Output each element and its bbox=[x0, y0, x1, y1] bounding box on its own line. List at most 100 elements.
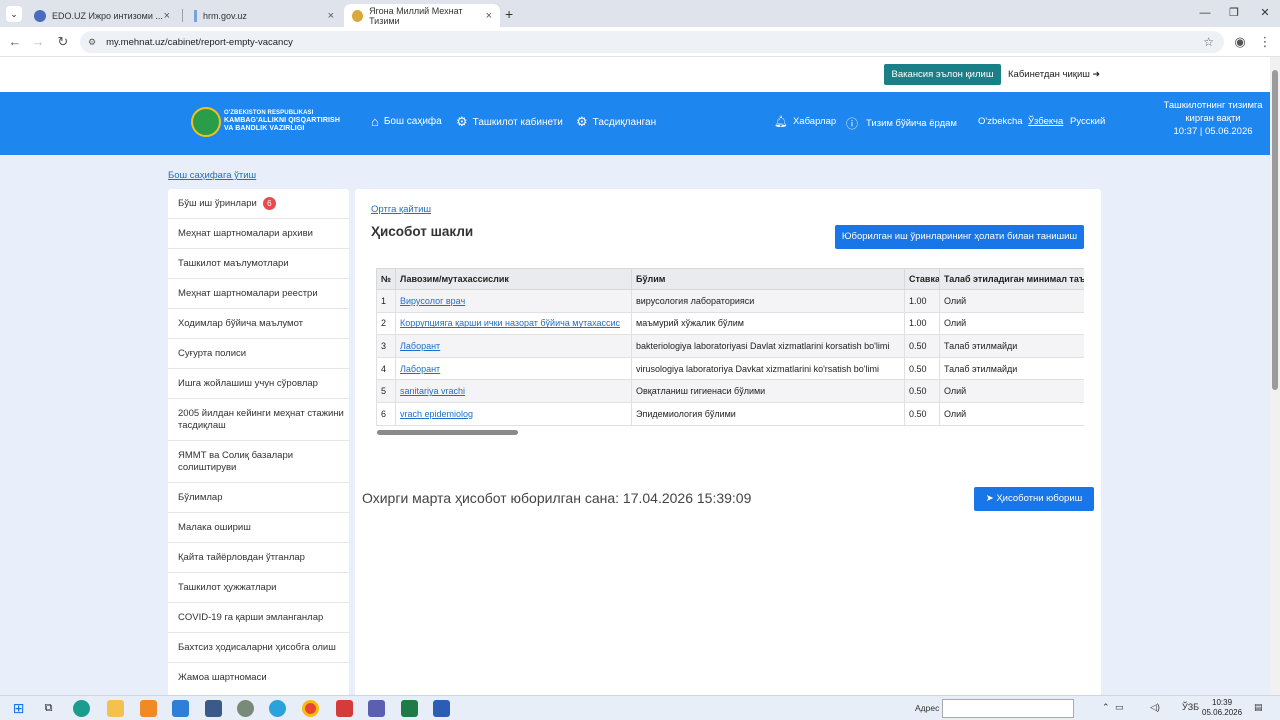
menu-icon[interactable]: ⋮ bbox=[1256, 33, 1274, 51]
column-header: Ставка bbox=[904, 268, 940, 290]
nav-cabinet[interactable]: ⚙ Ташкилот кабинети bbox=[456, 114, 563, 130]
close-icon[interactable]: × bbox=[328, 10, 334, 22]
cell-department: Эпидемиология бўлими bbox=[631, 401, 905, 426]
sidebar-item-work-experience[interactable]: 2005 йилдан кейинги меҳнат стажини тасди… bbox=[168, 399, 349, 441]
sidebar-item-label: Ишга жойлашиш учун сўровлар bbox=[178, 377, 318, 389]
nav-home[interactable]: ⌂ Бош саҳифа bbox=[371, 114, 442, 129]
send-report-button[interactable]: ➤ Ҳисоботни юбориш bbox=[974, 487, 1094, 511]
position-link[interactable]: sanitariya vrachi bbox=[400, 386, 465, 396]
tab-hrm[interactable]: hrm.gov.uz × bbox=[186, 4, 342, 27]
lang-uz-latin[interactable]: O'zbekcha bbox=[978, 116, 1023, 127]
position-link[interactable]: Вирусолог врач bbox=[400, 296, 465, 306]
word-icon[interactable] bbox=[433, 700, 450, 717]
notifications-icon[interactable]: ▤ bbox=[1254, 702, 1263, 713]
vacancy-table-container[interactable]: № Лавозим/мутахассислик Бўлим Ставка Тал… bbox=[376, 268, 1084, 426]
tab-search-button[interactable]: ⌄ bbox=[6, 6, 22, 22]
close-icon[interactable]: × bbox=[164, 10, 170, 22]
show-hidden-icons[interactable]: ⌃ bbox=[1102, 702, 1110, 713]
cell-rate: 1.00 bbox=[904, 311, 940, 336]
network-icon[interactable]: ▭ bbox=[1115, 702, 1124, 713]
app-icon[interactable] bbox=[140, 700, 157, 717]
sidebar-item-org-documents[interactable]: Ташкилот ҳужжатлари bbox=[168, 573, 349, 603]
sidebar-item-employees[interactable]: Ходимлар бўйича маълумот bbox=[168, 309, 349, 339]
logout-link[interactable]: Кабинетдан чиқиш ➜ bbox=[1008, 64, 1100, 85]
cell-department: virusologiya laboratoriya Davkat xizmatl… bbox=[631, 356, 905, 381]
restore-icon[interactable]: ❐ bbox=[1219, 4, 1249, 22]
volume-icon[interactable]: ◁) bbox=[1150, 702, 1160, 713]
chrome-icon[interactable] bbox=[302, 700, 319, 717]
nav-approved[interactable]: ⚙ Тасдиқланган bbox=[576, 114, 656, 130]
lang-uz-cyrillic[interactable]: Ўзбекча bbox=[1028, 116, 1063, 127]
tab-mehnat[interactable]: Ягона Миллий Мехнат Тизими × bbox=[344, 4, 500, 27]
sidebar-item-departments[interactable]: Бўлимлар bbox=[168, 483, 349, 513]
profile-icon[interactable]: ◉ bbox=[1231, 33, 1249, 51]
sign-out-icon: ➜ bbox=[1092, 69, 1101, 79]
input-language[interactable]: ЎЗБ bbox=[1182, 702, 1199, 712]
post-vacancy-button[interactable]: Вакансия эълон қилиш bbox=[884, 64, 1001, 85]
store-icon[interactable] bbox=[172, 700, 189, 717]
ministry-emblem-icon[interactable] bbox=[191, 107, 221, 137]
sidebar-item-covid[interactable]: COVID-19 га қарши эмланганлар bbox=[168, 603, 349, 633]
tab-edo[interactable]: EDO.UZ Ижро интизоми ... × bbox=[26, 4, 178, 27]
cell-number: 5 bbox=[376, 379, 396, 403]
site-info-icon[interactable]: ⚙ bbox=[88, 37, 96, 48]
file-explorer-icon[interactable] bbox=[107, 700, 124, 717]
breadcrumb-home-link[interactable]: Бош саҳифага ўтиш bbox=[168, 170, 256, 181]
messages-link[interactable]: 🔔︎ Хабарлар bbox=[774, 115, 836, 128]
bookmark-star-icon[interactable]: ☆ bbox=[1203, 35, 1214, 49]
sidebar-item-vacancies[interactable]: Бўш иш ўринлари 6 bbox=[168, 189, 349, 219]
forward-icon[interactable]: → bbox=[29, 33, 47, 51]
sidebar-item-accidents[interactable]: Бахтсиз ҳодисаларни ҳисобга олиш bbox=[168, 633, 349, 663]
scrollbar-thumb[interactable] bbox=[377, 430, 518, 435]
position-link[interactable]: Коррупцияга қарши ички назорат бўйича му… bbox=[400, 318, 620, 328]
sidebar-item-retrained[interactable]: Қайта тайёрловдан ўтганлар bbox=[168, 543, 349, 573]
view-status-button[interactable]: Юборилган иш ўринларининг ҳолати билан т… bbox=[835, 225, 1084, 249]
sidebar-item-contracts-registry[interactable]: Меҳнат шартномалари реестри bbox=[168, 279, 349, 309]
ministry-logo-text[interactable]: O'ZBEKISTON RESPUBLIKASI KAMBAG'ALLIKNI … bbox=[224, 109, 340, 133]
sidebar-item-tax-comparison[interactable]: ЯММТ ва Солиқ базалари солиштируви bbox=[168, 441, 349, 483]
position-link[interactable]: vrach epidemiolog bbox=[400, 409, 473, 419]
telegram-icon[interactable] bbox=[269, 700, 286, 717]
table-row: 4 Лаборант virusologiya laboratoriya Dav… bbox=[376, 356, 1084, 381]
sidebar-item-contracts-archive[interactable]: Меҳнат шартномалари архиви bbox=[168, 219, 349, 249]
sidebar-item-collective-agreement[interactable]: Жамоа шартномаси bbox=[168, 663, 349, 693]
position-link[interactable]: Лаборант bbox=[400, 341, 440, 351]
back-link[interactable]: Ортга қайтиш bbox=[371, 204, 431, 215]
table-row: 3 Лаборант bakteriologiya laboratoriyasi… bbox=[376, 334, 1084, 358]
address-toolbar-input[interactable] bbox=[942, 699, 1074, 718]
back-icon[interactable]: ← bbox=[6, 33, 24, 51]
page-scrollbar-thumb[interactable] bbox=[1272, 70, 1278, 390]
home-icon: ⌂ bbox=[371, 114, 379, 129]
column-header: Бўлим bbox=[631, 268, 905, 290]
cell-position: sanitariya vrachi bbox=[395, 379, 632, 403]
clock[interactable]: 10:39 05.06.2026 bbox=[1202, 698, 1242, 718]
minimize-icon[interactable]: — bbox=[1190, 4, 1220, 22]
network-app-icon[interactable] bbox=[237, 700, 254, 717]
report-panel: Ортга қайтиш Ҳисобот шакли Юборилган иш … bbox=[355, 189, 1101, 695]
table-row: 5 sanitariya vrachi Овқатланиш гигиенаси… bbox=[376, 379, 1084, 403]
save-icon[interactable] bbox=[368, 700, 385, 717]
reload-icon[interactable]: ↻ bbox=[54, 33, 72, 51]
sidebar-item-label: Қайта тайёрловдан ўтганлар bbox=[178, 551, 305, 563]
window-close-icon[interactable]: ✕ bbox=[1250, 4, 1280, 22]
sidebar-item-org-info[interactable]: Ташкилот маълумотлари bbox=[168, 249, 349, 279]
help-link[interactable]: ⓘ Тизим бўйича ёрдам bbox=[846, 115, 957, 132]
sidebar-item-training[interactable]: Малака ошириш bbox=[168, 513, 349, 543]
position-link[interactable]: Лаборант bbox=[400, 364, 440, 374]
excel-icon[interactable] bbox=[401, 700, 418, 717]
gears-icon: ⚙ bbox=[456, 114, 468, 129]
edge-icon[interactable] bbox=[73, 700, 90, 717]
lang-russian[interactable]: Русский bbox=[1070, 116, 1105, 127]
url-text[interactable]: my.mehnat.uz/cabinet/report-empty-vacanc… bbox=[106, 37, 293, 48]
pdf-icon[interactable] bbox=[336, 700, 353, 717]
task-view-icon[interactable]: ⧉ bbox=[40, 700, 57, 717]
start-icon[interactable]: ⊞ bbox=[10, 700, 27, 717]
new-tab-button[interactable]: + bbox=[505, 6, 513, 22]
sidebar-item-job-requests[interactable]: Ишга жойлашиш учун сўровлар bbox=[168, 369, 349, 399]
sidebar-item-insurance[interactable]: Суғурта полиси bbox=[168, 339, 349, 369]
browser-toolbar: ← → ↻ ⚙ my.mehnat.uz/cabinet/report-empt… bbox=[0, 27, 1280, 57]
address-bar[interactable]: ⚙ my.mehnat.uz/cabinet/report-empty-vaca… bbox=[80, 31, 1224, 53]
cell-education: Олий bbox=[939, 379, 1084, 403]
close-icon[interactable]: × bbox=[486, 10, 492, 22]
mail-icon[interactable] bbox=[205, 700, 222, 717]
